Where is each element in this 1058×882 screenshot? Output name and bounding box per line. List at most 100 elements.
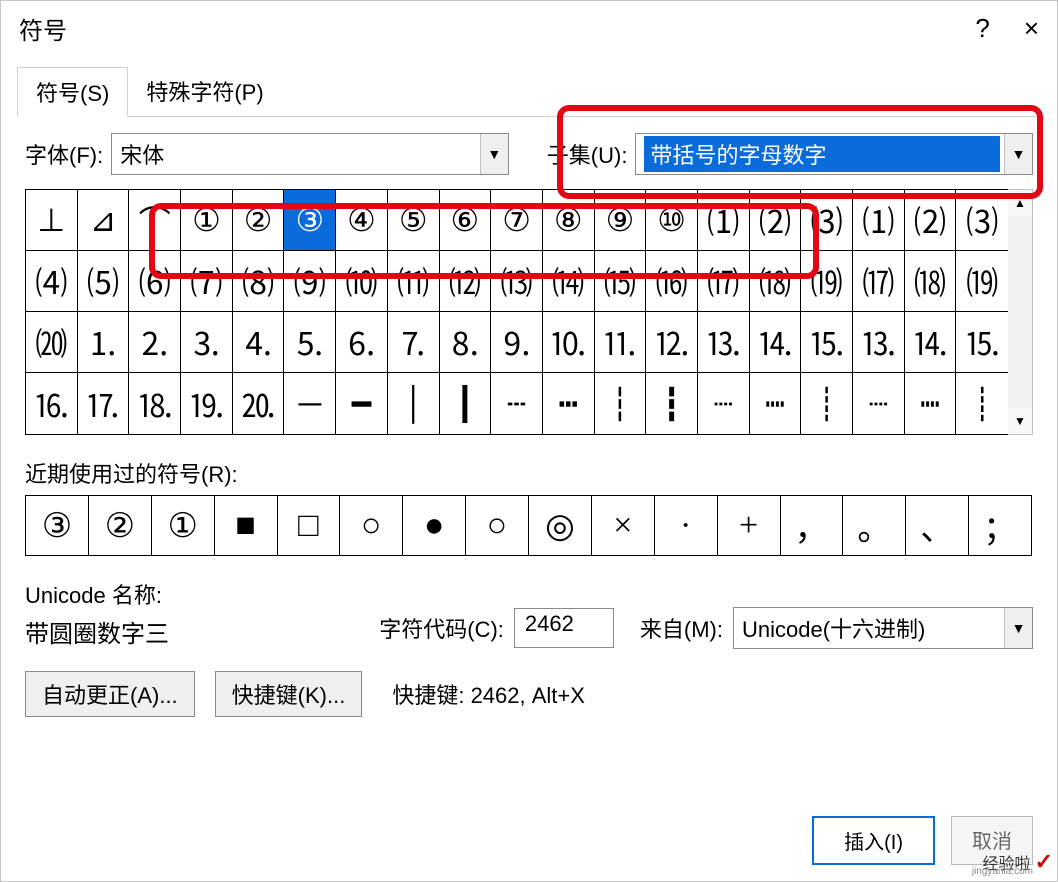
- grid-cell[interactable]: ⑴: [698, 190, 750, 251]
- recent-cell[interactable]: ①: [152, 496, 215, 555]
- grid-cell[interactable]: ⑶: [956, 190, 1008, 251]
- autocorrect-button[interactable]: 自动更正(A)...: [25, 671, 195, 717]
- insert-button[interactable]: 插入(I): [812, 816, 935, 865]
- grid-cell[interactable]: ⑻: [233, 251, 285, 312]
- grid-cell[interactable]: ⒀: [491, 251, 543, 312]
- grid-cell[interactable]: │: [388, 373, 440, 434]
- grid-cell[interactable]: ⒐: [491, 312, 543, 373]
- grid-cell[interactable]: ⑹: [129, 251, 181, 312]
- grid-cell[interactable]: ┃: [440, 373, 492, 434]
- close-icon[interactable]: ×: [1024, 13, 1039, 44]
- font-select[interactable]: 宋体 ▼: [111, 133, 509, 175]
- grid-cell[interactable]: ⑤: [388, 190, 440, 251]
- grid-cell[interactable]: ⒏: [440, 312, 492, 373]
- grid-cell[interactable]: ④: [336, 190, 388, 251]
- grid-cell[interactable]: ⒄: [853, 251, 905, 312]
- grid-cell[interactable]: ⒑: [543, 312, 595, 373]
- recent-cell[interactable]: ○: [466, 496, 529, 555]
- grid-cell[interactable]: ⒅: [905, 251, 957, 312]
- grid-cell[interactable]: ⑧: [543, 190, 595, 251]
- grid-cell[interactable]: ⑸: [78, 251, 130, 312]
- grid-cell[interactable]: ⑾: [388, 251, 440, 312]
- scroll-up-icon[interactable]: ▲: [1008, 190, 1032, 216]
- grid-cell[interactable]: ⒖: [801, 312, 853, 373]
- grid-cell[interactable]: ━: [336, 373, 388, 434]
- recent-cell[interactable]: □: [278, 496, 341, 555]
- grid-cell[interactable]: ⒚: [181, 373, 233, 434]
- recent-cell[interactable]: ×: [592, 496, 655, 555]
- grid-cell[interactable]: ①: [181, 190, 233, 251]
- grid-cell[interactable]: ┆: [595, 373, 647, 434]
- grid-cell[interactable]: ⑽: [336, 251, 388, 312]
- grid-cell[interactable]: ⑥: [440, 190, 492, 251]
- grid-cell[interactable]: ⊿: [78, 190, 130, 251]
- grid-cell[interactable]: ⊥: [26, 190, 78, 251]
- recent-cell[interactable]: ③: [26, 496, 89, 555]
- grid-cell[interactable]: ┈: [698, 373, 750, 434]
- grid-cell[interactable]: ⑷: [26, 251, 78, 312]
- recent-cell[interactable]: +: [718, 496, 781, 555]
- grid-cell[interactable]: ┄: [491, 373, 543, 434]
- grid-cell[interactable]: ⒓: [646, 312, 698, 373]
- grid-cell[interactable]: ⑵: [750, 190, 802, 251]
- shortcut-key-button[interactable]: 快捷键(K)...: [215, 671, 363, 717]
- grid-cell[interactable]: ┉: [750, 373, 802, 434]
- grid-cell[interactable]: ⒕: [750, 312, 802, 373]
- grid-cell[interactable]: ⒃: [646, 251, 698, 312]
- grid-cell[interactable]: ⒊: [181, 312, 233, 373]
- grid-cell[interactable]: ⑼: [284, 251, 336, 312]
- grid-cell[interactable]: ⒋: [233, 312, 285, 373]
- grid-cell[interactable]: ⒎: [388, 312, 440, 373]
- grid-cell[interactable]: ⑩: [646, 190, 698, 251]
- grid-cell[interactable]: ⒘: [78, 373, 130, 434]
- grid-cell[interactable]: ⒒: [595, 312, 647, 373]
- grid-cell[interactable]: ⒔: [853, 312, 905, 373]
- grid-cell[interactable]: ⑿: [440, 251, 492, 312]
- grid-cell[interactable]: ⒄: [698, 251, 750, 312]
- grid-cell[interactable]: ⑨: [595, 190, 647, 251]
- grid-cell[interactable]: ⒁: [543, 251, 595, 312]
- grid-cell[interactable]: ⒍: [336, 312, 388, 373]
- grid-scrollbar[interactable]: ▲ ▼: [1008, 189, 1033, 435]
- grid-cell[interactable]: ⒆: [801, 251, 853, 312]
- tab-symbols[interactable]: 符号(S): [17, 67, 128, 117]
- grid-cell[interactable]: ┊: [956, 373, 1008, 434]
- recent-cell[interactable]: ●: [403, 496, 466, 555]
- grid-cell[interactable]: ⑦: [491, 190, 543, 251]
- grid-cell[interactable]: ┇: [646, 373, 698, 434]
- grid-cell[interactable]: ⒕: [905, 312, 957, 373]
- grid-cell[interactable]: ┉: [905, 373, 957, 434]
- from-select[interactable]: Unicode(十六进制) ▼: [733, 607, 1033, 649]
- grid-cell[interactable]: ⒅: [750, 251, 802, 312]
- grid-cell[interactable]: ⑶: [801, 190, 853, 251]
- grid-cell[interactable]: ⒙: [129, 373, 181, 434]
- grid-cell[interactable]: ⒈: [78, 312, 130, 373]
- grid-cell[interactable]: ⒇: [26, 312, 78, 373]
- grid-cell[interactable]: ⒔: [698, 312, 750, 373]
- grid-cell[interactable]: ⒉: [129, 312, 181, 373]
- recent-cell[interactable]: ，: [781, 496, 844, 555]
- recent-cell[interactable]: 。: [843, 496, 906, 555]
- grid-cell[interactable]: ⑵: [905, 190, 957, 251]
- help-icon[interactable]: ?: [975, 13, 989, 44]
- grid-cell[interactable]: ⒛: [233, 373, 285, 434]
- recent-cell[interactable]: ·: [655, 496, 718, 555]
- subset-select[interactable]: 带括号的字母数字 ▼: [635, 133, 1033, 175]
- grid-cell[interactable]: ┅: [543, 373, 595, 434]
- grid-cell[interactable]: ⒂: [595, 251, 647, 312]
- grid-cell[interactable]: ⑴: [853, 190, 905, 251]
- recent-cell[interactable]: ■: [215, 496, 278, 555]
- grid-cell[interactable]: ⒆: [956, 251, 1008, 312]
- grid-cell[interactable]: ⑺: [181, 251, 233, 312]
- grid-cell[interactable]: ②: [233, 190, 285, 251]
- grid-cell[interactable]: ─: [284, 373, 336, 434]
- grid-cell[interactable]: ┈: [853, 373, 905, 434]
- recent-cell[interactable]: ；: [969, 496, 1031, 555]
- scroll-down-icon[interactable]: ▼: [1008, 408, 1032, 434]
- grid-cell[interactable]: ③: [284, 190, 336, 251]
- scroll-track[interactable]: [1008, 216, 1032, 408]
- grid-cell[interactable]: ⌒: [129, 190, 181, 251]
- grid-cell[interactable]: ┊: [801, 373, 853, 434]
- grid-cell[interactable]: ⒖: [956, 312, 1008, 373]
- recent-cell[interactable]: ◎: [529, 496, 592, 555]
